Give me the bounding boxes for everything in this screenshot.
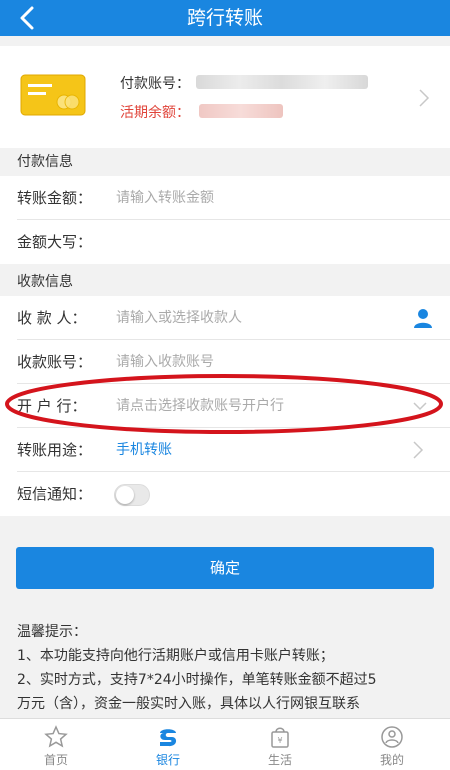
bank-logo-icon	[160, 729, 177, 747]
payee-label: 收 款 人：	[17, 309, 87, 327]
tab-label: 首页	[43, 753, 68, 767]
svg-text:¥: ¥	[277, 736, 282, 745]
nav-bar: 跨行转账	[0, 0, 450, 36]
amount-field[interactable]: 转账金额： 请输入转账金额	[0, 176, 450, 220]
amount-input[interactable]: 请输入转账金额	[116, 176, 214, 220]
bank-card-icon	[20, 74, 86, 116]
amount-words-row: 金额大写：	[0, 220, 450, 264]
tab-label: 银行	[155, 753, 180, 767]
payee-field[interactable]: 收 款 人： 请输入或选择收款人	[0, 296, 450, 340]
tab-mine[interactable]: 我的	[336, 719, 448, 770]
payee-account-field[interactable]: 收款账号： 请输入收款账号	[0, 340, 450, 384]
purpose-value[interactable]: 手机转账	[116, 428, 172, 472]
balance-masked	[199, 104, 283, 118]
shopping-bag-icon: ¥	[271, 727, 289, 748]
chevron-right-icon	[413, 441, 424, 459]
sms-notify-row: 短信通知：	[0, 472, 450, 516]
payer-account-selector[interactable]: 付款账号： 活期余额：	[0, 46, 450, 148]
tips-line: 1、本功能支持向他行活期账户或信用卡账户转账；	[17, 648, 334, 664]
sms-label: 短信通知：	[17, 485, 93, 503]
tab-bar: 首页 银行 ¥ 生活 我的	[0, 718, 450, 770]
tab-home[interactable]: 首页	[0, 719, 112, 770]
star-icon	[44, 725, 68, 748]
purpose-label: 转账用途：	[17, 441, 93, 459]
purpose-field[interactable]: 转账用途： 手机转账	[0, 428, 450, 472]
contact-person-icon[interactable]	[412, 307, 434, 329]
bank-select[interactable]: 请点击选择收款账号开户行	[116, 384, 284, 428]
account-number-masked	[196, 75, 368, 89]
tips-line: 2、实时方式，支持7*24小时操作，单笔转账金额不超过5	[17, 672, 377, 688]
sms-toggle[interactable]	[114, 484, 150, 506]
page-title: 跨行转账	[186, 7, 263, 29]
bank-label: 开 户 行：	[17, 397, 87, 415]
confirm-button[interactable]: 确定	[16, 547, 434, 589]
payee-account-label: 收款账号：	[17, 353, 93, 371]
amount-words-label: 金额大写：	[17, 233, 93, 251]
amount-label: 转账金额：	[17, 189, 93, 207]
tab-bank[interactable]: 银行	[112, 719, 224, 770]
chevron-down-icon	[413, 402, 427, 411]
user-icon	[381, 726, 403, 748]
section-payment-info: 付款信息	[17, 154, 73, 170]
toggle-knob	[116, 486, 134, 504]
tips-title: 温馨提示：	[17, 624, 87, 640]
tips-line: 万元（含），资金一般实时入账，具体以人行网银互联系	[17, 696, 360, 712]
payee-account-input[interactable]: 请输入收款账号	[116, 340, 214, 384]
balance-label: 活期余额：	[120, 105, 190, 121]
tab-label: 生活	[267, 753, 292, 767]
tab-label: 我的	[379, 753, 404, 767]
tab-life[interactable]: ¥ 生活	[224, 719, 336, 770]
chevron-right-icon	[419, 89, 430, 107]
payee-input[interactable]: 请输入或选择收款人	[116, 296, 242, 340]
tips-block: 温馨提示： 1、本功能支持向他行活期账户或信用卡账户转账； 2、实时方式，支持7…	[17, 620, 437, 716]
section-receive-info: 收款信息	[17, 274, 73, 290]
account-number-label: 付款账号：	[120, 76, 190, 92]
bank-selector[interactable]: 开 户 行： 请点击选择收款账号开户行	[0, 384, 450, 428]
